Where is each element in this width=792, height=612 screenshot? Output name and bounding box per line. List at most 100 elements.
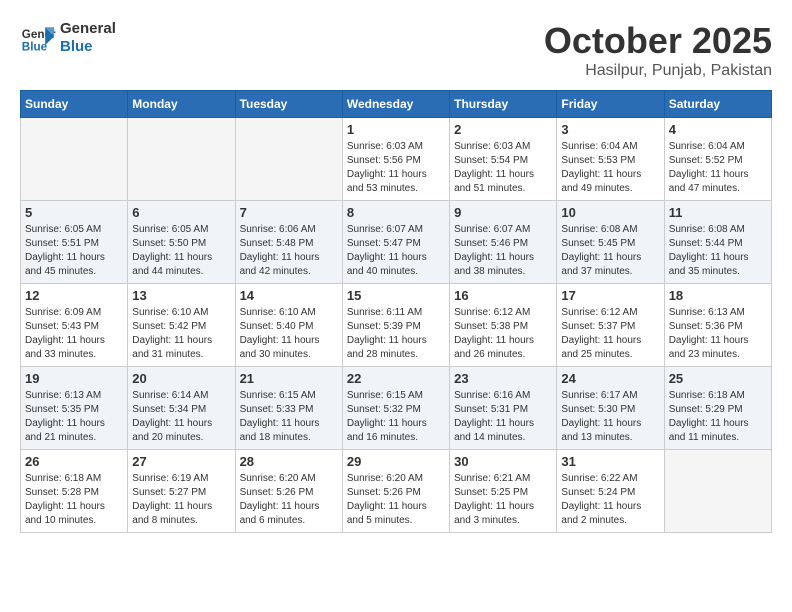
- calendar-cell: 18Sunrise: 6:13 AM Sunset: 5:36 PM Dayli…: [664, 284, 771, 367]
- day-info: Sunrise: 6:07 AM Sunset: 5:46 PM Dayligh…: [454, 223, 552, 279]
- day-info: Sunrise: 6:10 AM Sunset: 5:42 PM Dayligh…: [132, 306, 230, 362]
- calendar-cell: 13 Sunrise: 6:10 AM Sunset: 5:42 PM Dayli…: [128, 284, 235, 367]
- day-info: Sunrise: 6:13 AM Sunset: 5:35 PM Dayligh…: [25, 389, 123, 445]
- day-info: Sunrise: 6:20 AM Sunset: 5:26 PM Dayligh…: [347, 472, 445, 528]
- calendar-cell: 12 Sunrise: 6:09 AM Sunset: 5:43 PM Dayli…: [21, 284, 128, 367]
- calendar-cell: 4 Sunrise: 6:04 AM Sunset: 5:52 PM Daylig…: [664, 118, 771, 201]
- calendar-table: SundayMondayTuesdayWednesdayThursdayFrid…: [20, 90, 772, 533]
- day-number: 1: [347, 122, 445, 137]
- day-info: Sunrise: 6:16 AM Sunset: 5:31 PM Dayligh…: [454, 389, 552, 445]
- calendar-cell: 10Sunrise: 6:08 AM Sunset: 5:45 PM Dayli…: [557, 201, 664, 284]
- day-number: 17: [561, 288, 659, 303]
- day-number: 29: [347, 454, 445, 469]
- calendar-cell: 29 Sunrise: 6:20 AM Sunset: 5:26 PM Dayli…: [342, 450, 449, 533]
- day-number: 7: [240, 205, 338, 220]
- day-info: Sunrise: 6:08 AM Sunset: 5:44 PM Dayligh…: [669, 223, 767, 279]
- calendar-cell: 14 Sunrise: 6:10 AM Sunset: 5:40 PM Dayli…: [235, 284, 342, 367]
- calendar-cell: 31 Sunrise: 6:22 AM Sunset: 5:24 PM Dayli…: [557, 450, 664, 533]
- day-number: 20: [132, 371, 230, 386]
- calendar-cell: 24 Sunrise: 6:17 AM Sunset: 5:30 PM Dayli…: [557, 367, 664, 450]
- calendar-cell: 25 Sunrise: 6:18 AM Sunset: 5:29 PM Dayli…: [664, 367, 771, 450]
- calendar-cell: 6Sunrise: 6:05 AM Sunset: 5:50 PM Daylig…: [128, 201, 235, 284]
- calendar-cell: 23 Sunrise: 6:16 AM Sunset: 5:31 PM Dayli…: [450, 367, 557, 450]
- day-info: Sunrise: 6:18 AM Sunset: 5:28 PM Dayligh…: [25, 472, 123, 528]
- weekday-header-friday: Friday: [557, 91, 664, 118]
- day-number: 21: [240, 371, 338, 386]
- calendar-cell: 16 Sunrise: 6:12 AM Sunset: 5:38 PM Dayli…: [450, 284, 557, 367]
- day-info: Sunrise: 6:03 AM Sunset: 5:56 PM Dayligh…: [347, 140, 445, 196]
- day-info: Sunrise: 6:12 AM Sunset: 5:38 PM Dayligh…: [454, 306, 552, 362]
- calendar-cell: 5 Sunrise: 6:05 AM Sunset: 5:51 PM Daylig…: [21, 201, 128, 284]
- weekday-header-wednesday: Wednesday: [342, 91, 449, 118]
- day-number: 30: [454, 454, 552, 469]
- day-info: Sunrise: 6:21 AM Sunset: 5:25 PM Dayligh…: [454, 472, 552, 528]
- day-info: Sunrise: 6:07 AM Sunset: 5:47 PM Dayligh…: [347, 223, 445, 279]
- day-number: 12: [25, 288, 123, 303]
- calendar-cell: 1 Sunrise: 6:03 AM Sunset: 5:56 PM Daylig…: [342, 118, 449, 201]
- day-number: 24: [561, 371, 659, 386]
- day-number: 22: [347, 371, 445, 386]
- weekday-header-row: SundayMondayTuesdayWednesdayThursdayFrid…: [21, 91, 772, 118]
- day-number: 27: [132, 454, 230, 469]
- day-info: Sunrise: 6:05 AM Sunset: 5:51 PM Dayligh…: [25, 223, 123, 279]
- day-number: 3: [561, 122, 659, 137]
- day-number: 19: [25, 371, 123, 386]
- logo-icon: General Blue: [20, 20, 56, 56]
- calendar-week-row: 1 Sunrise: 6:03 AM Sunset: 5:56 PM Daylig…: [21, 118, 772, 201]
- calendar-cell: [128, 118, 235, 201]
- day-number: 9: [454, 205, 552, 220]
- calendar-cell: 3Sunrise: 6:04 AM Sunset: 5:53 PM Daylig…: [557, 118, 664, 201]
- title-block: October 2025 Hasilpur, Punjab, Pakistan: [544, 20, 772, 80]
- day-number: 4: [669, 122, 767, 137]
- day-info: Sunrise: 6:05 AM Sunset: 5:50 PM Dayligh…: [132, 223, 230, 279]
- day-number: 14: [240, 288, 338, 303]
- logo: General Blue General Blue: [20, 20, 116, 56]
- day-number: 31: [561, 454, 659, 469]
- month-title: October 2025: [544, 20, 772, 62]
- calendar-cell: 7Sunrise: 6:06 AM Sunset: 5:48 PM Daylig…: [235, 201, 342, 284]
- calendar-cell: 28Sunrise: 6:20 AM Sunset: 5:26 PM Dayli…: [235, 450, 342, 533]
- day-info: Sunrise: 6:10 AM Sunset: 5:40 PM Dayligh…: [240, 306, 338, 362]
- day-number: 26: [25, 454, 123, 469]
- calendar-cell: 26 Sunrise: 6:18 AM Sunset: 5:28 PM Dayli…: [21, 450, 128, 533]
- day-info: Sunrise: 6:12 AM Sunset: 5:37 PM Dayligh…: [561, 306, 659, 362]
- calendar-cell: 11 Sunrise: 6:08 AM Sunset: 5:44 PM Dayli…: [664, 201, 771, 284]
- day-info: Sunrise: 6:17 AM Sunset: 5:30 PM Dayligh…: [561, 389, 659, 445]
- calendar-cell: 9 Sunrise: 6:07 AM Sunset: 5:46 PM Daylig…: [450, 201, 557, 284]
- calendar-cell: 20 Sunrise: 6:14 AM Sunset: 5:34 PM Dayli…: [128, 367, 235, 450]
- calendar-cell: 15Sunrise: 6:11 AM Sunset: 5:39 PM Dayli…: [342, 284, 449, 367]
- calendar-cell: 17 Sunrise: 6:12 AM Sunset: 5:37 PM Dayli…: [557, 284, 664, 367]
- calendar-week-row: 5 Sunrise: 6:05 AM Sunset: 5:51 PM Daylig…: [21, 201, 772, 284]
- calendar-week-row: 12 Sunrise: 6:09 AM Sunset: 5:43 PM Dayli…: [21, 284, 772, 367]
- calendar-week-row: 19 Sunrise: 6:13 AM Sunset: 5:35 PM Dayli…: [21, 367, 772, 450]
- calendar-cell: [21, 118, 128, 201]
- calendar-cell: 19 Sunrise: 6:13 AM Sunset: 5:35 PM Dayli…: [21, 367, 128, 450]
- calendar-cell: 22Sunrise: 6:15 AM Sunset: 5:32 PM Dayli…: [342, 367, 449, 450]
- day-number: 2: [454, 122, 552, 137]
- weekday-header-sunday: Sunday: [21, 91, 128, 118]
- day-info: Sunrise: 6:09 AM Sunset: 5:43 PM Dayligh…: [25, 306, 123, 362]
- day-number: 5: [25, 205, 123, 220]
- day-info: Sunrise: 6:11 AM Sunset: 5:39 PM Dayligh…: [347, 306, 445, 362]
- weekday-header-monday: Monday: [128, 91, 235, 118]
- day-info: Sunrise: 6:08 AM Sunset: 5:45 PM Dayligh…: [561, 223, 659, 279]
- calendar-week-row: 26 Sunrise: 6:18 AM Sunset: 5:28 PM Dayli…: [21, 450, 772, 533]
- day-info: Sunrise: 6:04 AM Sunset: 5:52 PM Dayligh…: [669, 140, 767, 196]
- day-info: Sunrise: 6:14 AM Sunset: 5:34 PM Dayligh…: [132, 389, 230, 445]
- day-number: 16: [454, 288, 552, 303]
- day-number: 13: [132, 288, 230, 303]
- calendar-cell: 21Sunrise: 6:15 AM Sunset: 5:33 PM Dayli…: [235, 367, 342, 450]
- calendar-cell: 8Sunrise: 6:07 AM Sunset: 5:47 PM Daylig…: [342, 201, 449, 284]
- weekday-header-saturday: Saturday: [664, 91, 771, 118]
- day-info: Sunrise: 6:18 AM Sunset: 5:29 PM Dayligh…: [669, 389, 767, 445]
- day-number: 23: [454, 371, 552, 386]
- day-info: Sunrise: 6:22 AM Sunset: 5:24 PM Dayligh…: [561, 472, 659, 528]
- calendar-cell: 27 Sunrise: 6:19 AM Sunset: 5:27 PM Dayli…: [128, 450, 235, 533]
- day-info: Sunrise: 6:19 AM Sunset: 5:27 PM Dayligh…: [132, 472, 230, 528]
- page-header: General Blue General Blue October 2025 H…: [20, 20, 772, 80]
- day-number: 25: [669, 371, 767, 386]
- day-info: Sunrise: 6:20 AM Sunset: 5:26 PM Dayligh…: [240, 472, 338, 528]
- day-info: Sunrise: 6:03 AM Sunset: 5:54 PM Dayligh…: [454, 140, 552, 196]
- day-number: 11: [669, 205, 767, 220]
- location-subtitle: Hasilpur, Punjab, Pakistan: [544, 62, 772, 80]
